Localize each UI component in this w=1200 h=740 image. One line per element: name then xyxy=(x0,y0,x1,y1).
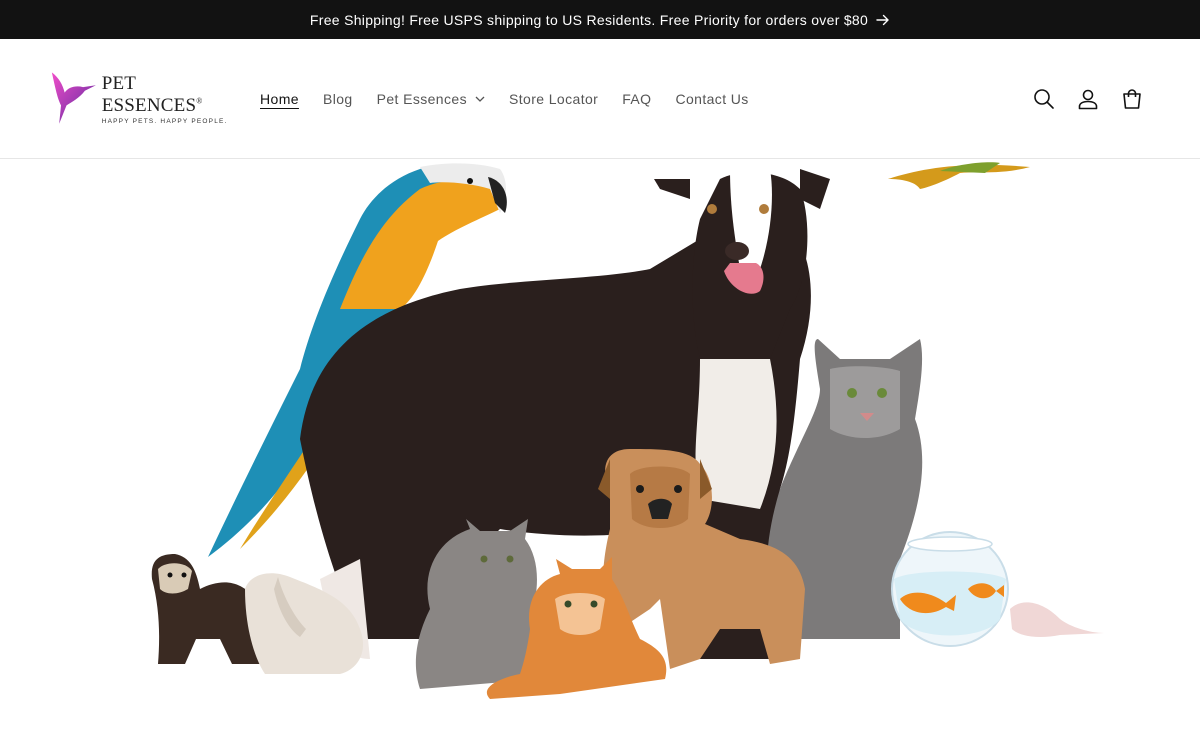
fishbowl-image xyxy=(891,531,1009,647)
nav-item-faq[interactable]: FAQ xyxy=(610,91,663,107)
hummingbird-icon xyxy=(51,72,96,124)
announcement-text: Free Shipping! Free USPS shipping to US … xyxy=(309,11,869,28)
arrow-right-icon[interactable] xyxy=(876,14,890,26)
hero-pets-image xyxy=(151,162,1104,699)
mouse-image xyxy=(1010,602,1104,637)
nav-item-pet-essences[interactable]: Pet Essences xyxy=(365,91,497,107)
brand-logo[interactable]: PET ESSENCES® HAPPY PETS. HAPPY PEOPLE. xyxy=(50,67,230,131)
nav-item-blog[interactable]: Blog xyxy=(311,91,365,107)
cart-icon[interactable] xyxy=(1110,77,1154,121)
nav-item-contact-us[interactable]: Contact Us xyxy=(663,91,760,107)
brand-name: PET ESSENCES® xyxy=(101,73,203,116)
announcement-bar[interactable]: Free Shipping! Free USPS shipping to US … xyxy=(0,0,1200,39)
chevron-down-icon xyxy=(475,96,485,102)
hero-banner[interactable] xyxy=(0,159,1200,740)
search-icon[interactable] xyxy=(1022,77,1066,121)
brand-tagline: HAPPY PETS. HAPPY PEOPLE. xyxy=(101,118,228,125)
main-nav: Home Blog Pet Essences Store Locator FAQ… xyxy=(248,39,761,159)
ferret-image xyxy=(151,554,262,664)
nav-item-label: Pet Essences xyxy=(376,91,467,107)
header-icons xyxy=(1022,39,1154,159)
nav-item-store-locator[interactable]: Store Locator xyxy=(497,91,610,107)
site-header: PET ESSENCES® HAPPY PETS. HAPPY PEOPLE. … xyxy=(0,39,1200,159)
nav-item-home[interactable]: Home xyxy=(248,91,311,107)
account-icon[interactable] xyxy=(1066,77,1110,121)
